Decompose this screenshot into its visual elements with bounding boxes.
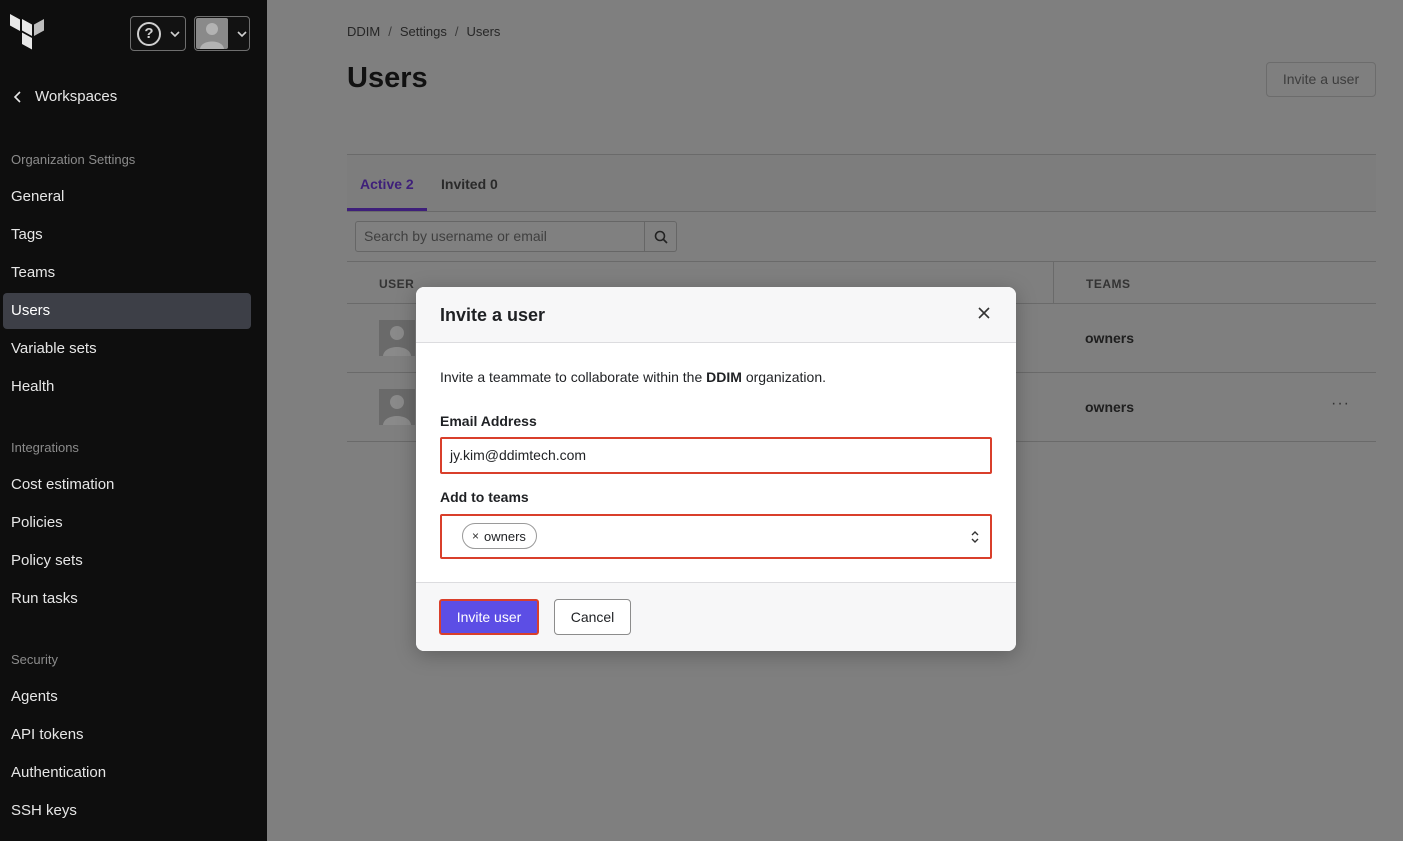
sidebar-item-agents[interactable]: Agents <box>3 679 251 715</box>
modal-title: Invite a user <box>440 305 546 325</box>
sidebar-item-api-tokens[interactable]: API tokens <box>3 717 251 753</box>
sidebar-item-policies[interactable]: Policies <box>3 505 251 541</box>
column-divider <box>1053 262 1054 304</box>
sidebar-item-health[interactable]: Health <box>3 369 251 405</box>
sidebar-item-ssh-keys[interactable]: SSH keys <box>3 793 251 829</box>
intro-org-name: DDIM <box>706 369 742 385</box>
sidebar-item-cost-estimation[interactable]: Cost estimation <box>3 467 251 503</box>
chevron-down-icon <box>170 30 180 37</box>
chevron-down-icon <box>237 30 247 37</box>
row-team: owners <box>1085 399 1135 415</box>
sidebar-item-tags[interactable]: Tags <box>3 217 251 253</box>
intro-suffix: organization. <box>741 369 826 385</box>
breadcrumb-settings-link[interactable]: Settings <box>400 24 447 39</box>
section-title-organization-settings: Organization Settings <box>11 152 136 167</box>
invite-user-modal: Invite a user Invite a teammate to colla… <box>416 287 1016 651</box>
intro-prefix: Invite a teammate to collaborate within … <box>440 369 707 385</box>
tabs: Active 2 Invited 0 <box>347 154 1376 212</box>
sidebar: ? Workspaces Organization Settings Gener… <box>0 0 267 841</box>
sidebar-item-users[interactable]: Users <box>3 293 251 329</box>
sidebar-item-teams[interactable]: Teams <box>3 255 251 291</box>
column-header-teams: TEAMS <box>1086 277 1131 291</box>
sidebar-item-authentication[interactable]: Authentication <box>3 755 251 791</box>
close-icon[interactable] <box>976 305 992 321</box>
breadcrumb-separator: / <box>388 24 392 39</box>
avatar <box>379 389 415 425</box>
help-menu-button[interactable]: ? <box>130 16 186 51</box>
search-bar: Search by username or email <box>355 221 677 252</box>
search-input[interactable]: Search by username or email <box>355 221 645 252</box>
avatar <box>196 18 228 49</box>
row-more-options-icon[interactable]: ··· <box>1331 395 1350 413</box>
search-button[interactable] <box>645 221 677 252</box>
sidebar-item-general[interactable]: General <box>3 179 251 215</box>
chevron-left-icon <box>13 90 21 103</box>
team-chip-owners: × owners <box>462 523 537 549</box>
select-arrows-icon <box>971 531 979 543</box>
modal-header: Invite a user <box>416 287 1016 343</box>
teams-label: Add to teams <box>440 489 529 505</box>
terraform-logo-icon[interactable] <box>8 14 48 54</box>
section-title-integrations: Integrations <box>11 440 79 455</box>
modal-intro-text: Invite a teammate to collaborate within … <box>440 369 826 385</box>
sidebar-item-run-tasks[interactable]: Run tasks <box>3 581 251 617</box>
section-title-security: Security <box>11 652 58 667</box>
tab-active[interactable]: Active 2 <box>347 155 427 211</box>
page-title: Users <box>347 62 428 94</box>
breadcrumb-org-link[interactable]: DDIM <box>347 24 380 39</box>
cancel-button[interactable]: Cancel <box>554 599 631 635</box>
teams-select[interactable]: × owners <box>440 514 992 559</box>
email-label: Email Address <box>440 413 537 429</box>
modal-footer: Invite user Cancel <box>416 582 1016 651</box>
email-field[interactable]: jy.kim@ddimtech.com <box>440 437 992 474</box>
invite-user-button[interactable]: Invite user <box>439 599 539 635</box>
breadcrumb-current: Users <box>466 24 501 39</box>
help-icon: ? <box>137 21 161 46</box>
invite-user-header-button[interactable]: Invite a user <box>1266 62 1376 97</box>
search-icon <box>654 230 668 244</box>
team-chip-label: owners <box>484 528 526 544</box>
row-team: owners <box>1085 330 1135 346</box>
column-header-user: USER <box>379 277 415 291</box>
sidebar-item-variable-sets[interactable]: Variable sets <box>3 331 251 367</box>
breadcrumb-separator: / <box>454 24 459 39</box>
back-to-workspaces-link[interactable]: Workspaces <box>11 88 117 105</box>
remove-chip-icon[interactable]: × <box>472 529 479 543</box>
back-link-label: Workspaces <box>35 88 118 105</box>
avatar <box>379 320 415 356</box>
sidebar-item-policy-sets[interactable]: Policy sets <box>3 543 251 579</box>
breadcrumb: DDIM / Settings / Users <box>347 24 500 39</box>
user-menu-button[interactable] <box>194 16 250 51</box>
tab-invited[interactable]: Invited 0 <box>428 155 511 211</box>
